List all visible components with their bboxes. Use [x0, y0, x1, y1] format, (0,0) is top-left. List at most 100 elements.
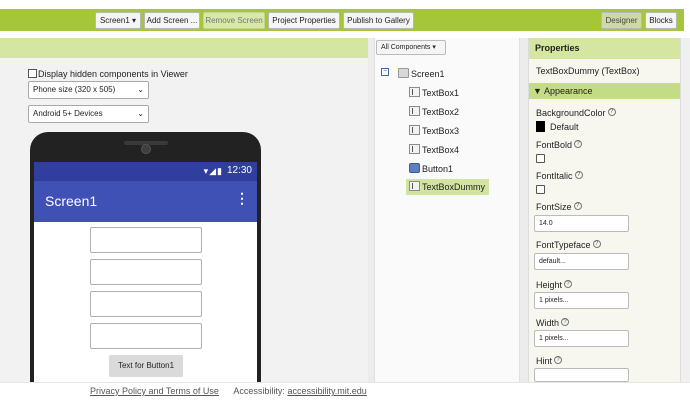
tree-item-textboxdummy[interactable]: TextBoxDummy — [406, 179, 490, 195]
fontitalic-checkbox[interactable] — [536, 185, 545, 194]
tree-item-label: Screen1 — [411, 69, 445, 79]
button1-preview[interactable]: Text for Button1 — [109, 355, 183, 377]
textbox-icon — [409, 125, 420, 135]
phone-camera — [141, 144, 151, 154]
tree-item-textbox2[interactable]: TextBox2 — [409, 104, 459, 120]
page-scrollbar[interactable] — [680, 38, 690, 382]
project-properties-button[interactable]: Project Properties — [268, 12, 340, 29]
all-components-dropdown[interactable]: All Components ▾ — [376, 40, 446, 55]
textbox4-preview[interactable] — [90, 323, 202, 349]
property-name: FontSize — [536, 202, 572, 212]
collapse-toggle-icon[interactable]: − — [381, 68, 389, 76]
screen-icon — [398, 68, 409, 78]
help-icon[interactable]: ? — [564, 280, 573, 288]
height-label: Height? — [536, 280, 573, 290]
footer-links: Privacy Policy and Terms of Use Accessib… — [90, 386, 367, 396]
fontbold-checkbox[interactable] — [536, 154, 545, 163]
help-icon[interactable]: ? — [607, 108, 616, 116]
publish-to-gallery-button[interactable]: Publish to Gallery — [343, 12, 414, 29]
fontsize-label: FontSize? — [536, 202, 582, 212]
hint-label: Hint? — [536, 356, 563, 366]
remove-screen-button[interactable]: Remove Screen — [203, 12, 265, 29]
device-value: Android 5+ Devices — [33, 109, 103, 118]
help-icon[interactable]: ? — [573, 202, 582, 210]
properties-header: Properties — [529, 38, 680, 59]
fonttypeface-label: FontTypeface? — [536, 240, 601, 250]
width-label: Width? — [536, 318, 570, 328]
help-icon[interactable]: ? — [554, 356, 563, 364]
appearance-section[interactable]: ▼ Appearance — [529, 83, 680, 99]
tree-item-label: Button1 — [422, 164, 454, 174]
blocks-button[interactable]: Blocks — [645, 12, 677, 29]
fontbold-label: FontBold? — [536, 140, 583, 150]
screen-select-button[interactable]: Screen1 ▾ — [95, 12, 141, 29]
help-icon[interactable]: ? — [592, 240, 601, 248]
help-icon[interactable]: ? — [561, 318, 570, 326]
tree-item-textbox1[interactable]: TextBox1 — [409, 85, 459, 101]
footer: Privacy Policy and Terms of Use Accessib… — [0, 382, 690, 400]
property-name: FontTypeface — [536, 240, 591, 250]
property-name: Width — [536, 318, 560, 328]
tree-item-label: TextBox3 — [422, 126, 460, 136]
textbox-icon — [409, 87, 420, 97]
tree-item-label: TextBox2 — [422, 107, 460, 117]
tree-item-textbox3[interactable]: TextBox3 — [409, 123, 459, 139]
designer-button[interactable]: Designer — [601, 12, 642, 29]
tree-item-button1[interactable]: Button1 — [409, 161, 453, 177]
accessibility-prefix: Accessibility: — [233, 386, 285, 396]
app-title: Screen1 — [45, 193, 98, 209]
overflow-menu-icon[interactable]: ⋮ — [235, 190, 249, 207]
textbox-icon — [409, 181, 420, 191]
property-name: FontItalic — [536, 171, 573, 181]
help-icon[interactable]: ? — [574, 140, 583, 148]
chevron-down-icon: ⌄ — [137, 85, 144, 94]
all-components-label: All Components — [381, 44, 431, 51]
hint-input[interactable] — [534, 368, 629, 382]
tree-item-label: TextBox1 — [422, 88, 460, 98]
display-hidden-checkbox[interactable]: Display hidden components in Viewer — [28, 69, 188, 79]
phone-size-select[interactable]: Phone size (320 x 505) ⌄ — [28, 81, 149, 99]
textbox-icon — [409, 144, 420, 154]
color-swatch[interactable] — [536, 121, 545, 132]
chevron-down-icon: ⌄ — [137, 109, 144, 118]
tree-item-textbox4[interactable]: TextBox4 — [409, 142, 459, 158]
property-name: BackgroundColor — [536, 108, 606, 118]
textbox2-preview[interactable] — [90, 259, 202, 285]
device-select[interactable]: Android 5+ Devices ⌄ — [28, 105, 149, 123]
width-input[interactable]: 1 pixels... — [534, 330, 629, 347]
privacy-policy-link[interactable]: Privacy Policy and Terms of Use — [90, 386, 219, 396]
display-hidden-label: Display hidden components in Viewer — [38, 69, 188, 79]
phone-status-bar: ▾◢▮ 12:30 — [34, 162, 257, 181]
phone-screen[interactable]: Text for Button1 — [34, 222, 257, 382]
help-icon[interactable]: ? — [574, 171, 583, 179]
accessibility-link[interactable]: accessibility.mit.edu — [287, 386, 366, 396]
checkbox-icon — [28, 69, 37, 78]
tree-item-label: TextBoxDummy — [422, 182, 486, 192]
textbox3-preview[interactable] — [90, 291, 202, 317]
panel-divider — [520, 38, 528, 382]
property-name: FontBold — [536, 140, 573, 150]
signal-wifi-battery-icons: ▾◢▮ — [203, 166, 223, 176]
textbox1-preview[interactable] — [90, 227, 202, 253]
button-icon — [409, 163, 420, 173]
fontitalic-label: FontItalic? — [536, 171, 583, 181]
property-name: Hint — [536, 356, 553, 366]
backgroundcolor-value[interactable]: Default — [550, 122, 579, 132]
phone-app-bar: Screen1 ⋮ — [34, 181, 257, 222]
add-screen-button[interactable]: Add Screen ... — [144, 12, 200, 29]
dropdown-caret-icon: ▾ — [132, 16, 137, 25]
textbox-icon — [409, 106, 420, 116]
height-input[interactable]: 1 pixels... — [534, 292, 629, 309]
fontsize-input[interactable]: 14.0 — [534, 215, 629, 232]
tree-item-label: TextBox4 — [422, 145, 460, 155]
triangle-down-icon: ▼ — [533, 86, 542, 96]
status-time: 12:30 — [226, 165, 252, 176]
tree-item-screen1[interactable]: Screen1 — [398, 66, 445, 82]
fonttypeface-input[interactable]: default... — [534, 253, 629, 270]
screen-select-label: Screen1 — [99, 16, 130, 25]
appearance-label: Appearance — [543, 86, 593, 96]
viewer-header — [0, 38, 368, 58]
selected-component-name: TextBoxDummy (TextBox) — [536, 66, 640, 76]
property-name: Height — [536, 280, 563, 290]
phone-size-value: Phone size (320 x 505) — [33, 85, 116, 94]
